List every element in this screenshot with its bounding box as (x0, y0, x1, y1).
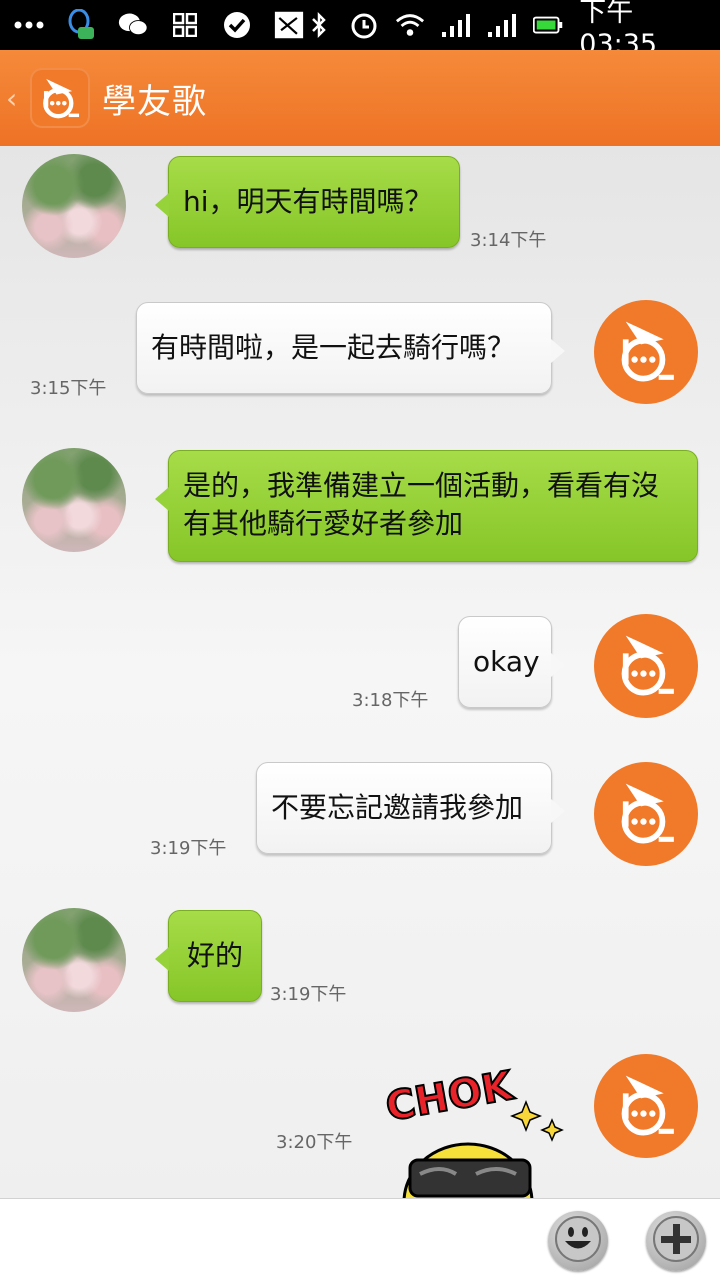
sticker-image[interactable]: CHOK (376, 1050, 576, 1198)
signal-icon (487, 10, 517, 40)
wechat-icon (118, 10, 148, 40)
message-bubble[interactable]: 不要忘記邀請我參加 (256, 762, 565, 854)
check-icon (222, 10, 252, 40)
message-time: 3:19下午 (270, 984, 347, 1005)
avatar[interactable] (594, 1054, 698, 1158)
alarm-icon (349, 10, 379, 40)
message-bubble[interactable]: hi，明天有時間嗎？ (155, 156, 460, 248)
message-bubble[interactable]: 是的，我準備建立一個活動，看看有沒有其他騎行愛好者參加 (155, 450, 698, 562)
message-time: 3:20下午 (276, 1132, 353, 1153)
message-time: 3:18下午 (352, 690, 429, 711)
app-logo[interactable] (30, 68, 90, 128)
page-title: 學友歌 (102, 81, 207, 122)
bluetooth-icon (304, 10, 333, 40)
message-input[interactable] (8, 1205, 532, 1271)
emoji-button[interactable] (548, 1211, 608, 1271)
avatar[interactable] (594, 762, 698, 866)
message-time: 3:15下午 (30, 378, 107, 399)
avatar[interactable] (22, 154, 126, 258)
sticker-text: CHOK (382, 1063, 518, 1131)
emoji-icon (553, 1214, 603, 1268)
message-bubble[interactable]: 有時間啦，是一起去騎行嗎？ (136, 302, 565, 394)
plus-icon (651, 1214, 701, 1268)
message-bubble[interactable]: 好的 (155, 910, 262, 1002)
status-bar: 下午03:35 (0, 0, 720, 60)
battery-icon (533, 10, 563, 40)
message-bubble[interactable]: okay (458, 616, 565, 708)
avatar[interactable] (594, 300, 698, 404)
back-icon[interactable]: ‹ (6, 82, 26, 115)
message-time: 3:14下午 (470, 230, 547, 251)
qq-icon (66, 9, 96, 40)
more-icon (14, 10, 44, 40)
avatar[interactable] (22, 448, 126, 552)
avatar[interactable] (22, 908, 126, 1012)
avatar[interactable] (594, 614, 698, 718)
message-time: 3:19下午 (150, 838, 227, 859)
signal-icon (441, 10, 471, 40)
add-button[interactable] (646, 1211, 706, 1271)
wifi-icon (395, 10, 425, 40)
sms-icon (274, 10, 304, 40)
apps-icon (170, 10, 200, 40)
input-bar (0, 1198, 720, 1281)
title-bar: ‹ 學友歌 (0, 50, 720, 146)
chat-area[interactable]: hi，明天有時間嗎？ 3:14下午 有時間啦，是一起去騎行嗎？ 3:15下午 是… (0, 146, 720, 1198)
